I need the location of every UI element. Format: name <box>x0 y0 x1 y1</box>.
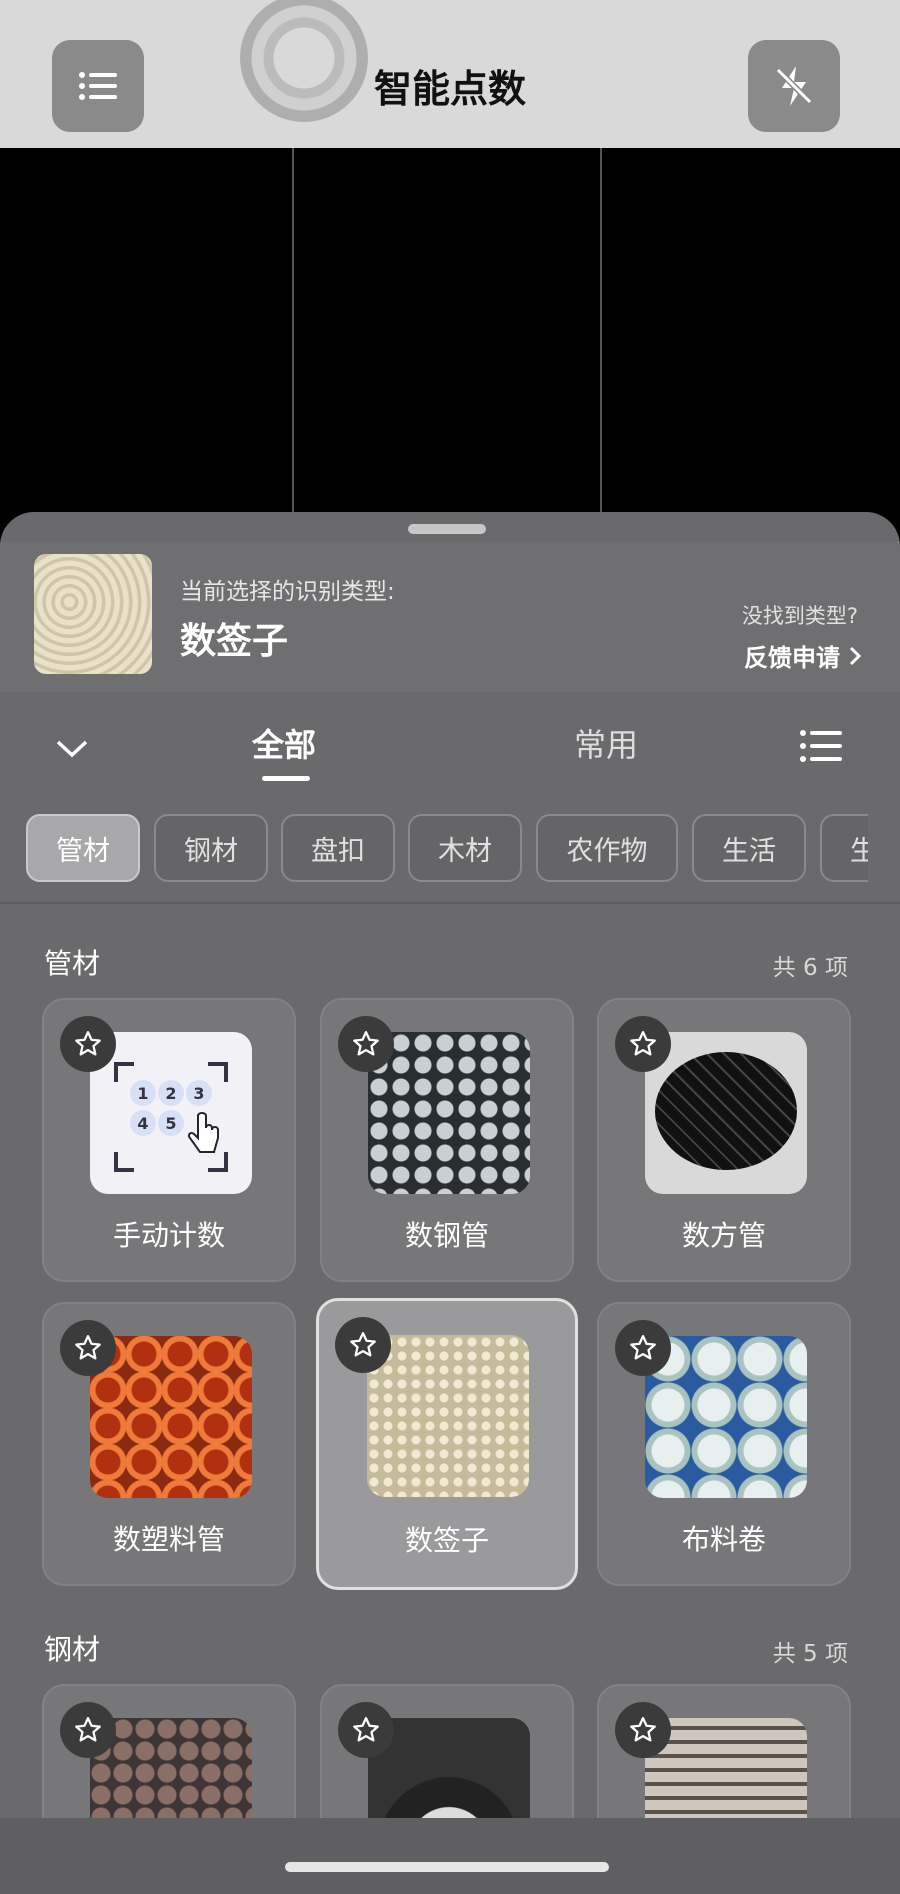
chip-daily[interactable]: 生活 <box>692 814 806 882</box>
collapse-button[interactable] <box>48 728 96 768</box>
chip-scaffold[interactable]: 盘扣 <box>281 814 395 882</box>
section-title-pipe: 管材 <box>44 947 101 980</box>
grid-line <box>600 148 602 528</box>
section-count-pipe: 共 6 项 <box>772 955 848 981</box>
type-card[interactable]: 数钢管 <box>320 998 574 1282</box>
current-type-value: 数签子 <box>180 621 289 662</box>
favorite-star-icon[interactable] <box>60 1702 116 1758</box>
chip-pipe[interactable]: 管材 <box>26 814 140 882</box>
fabric-roll-image <box>645 1336 807 1498</box>
favorite-star-icon[interactable] <box>335 1317 391 1373</box>
square-pipe-image <box>645 1032 807 1194</box>
plastic-pipe-image <box>90 1336 252 1498</box>
flash-off-icon <box>775 66 813 106</box>
category-tabs: 全部 常用 <box>0 692 900 797</box>
sticks-image <box>367 1335 529 1497</box>
chip-daily-2[interactable]: 生 <box>820 814 868 882</box>
steel-pipe-image <box>368 1032 530 1194</box>
type-card-label: 数签子 <box>404 1524 489 1557</box>
favorite-star-icon[interactable] <box>338 1016 394 1072</box>
not-found-text: 没找到类型? <box>741 604 858 628</box>
favorite-star-icon[interactable] <box>60 1320 116 1376</box>
type-card-selected[interactable]: 数签子 <box>316 1298 578 1590</box>
type-card[interactable]: 数塑料管 <box>42 1302 296 1586</box>
type-card[interactable]: 布料卷 <box>597 1302 851 1586</box>
type-card[interactable]: 数方管 <box>597 998 851 1282</box>
feedback-label: 反馈申请 <box>744 644 840 672</box>
category-chips: 管材 钢材 盘扣 木材 农作物 生活 生 <box>0 802 868 892</box>
current-selection-panel: 当前选择的识别类型: 数签子 没找到类型? 反馈申请 <box>0 542 900 692</box>
tab-all[interactable]: 全部 <box>252 720 316 766</box>
manual-count-image: 1 2 3 4 5 <box>90 1032 252 1194</box>
flash-button[interactable] <box>748 40 840 132</box>
scan-frame-icon <box>114 1062 228 1172</box>
type-selector-sheet: 当前选择的识别类型: 数签子 没找到类型? 反馈申请 全部 常用 管材 钢材 盘… <box>0 512 900 1894</box>
type-card-label: 数方管 <box>681 1219 766 1252</box>
chip-steel[interactable]: 钢材 <box>154 814 268 882</box>
type-card-label: 数塑料管 <box>112 1523 225 1556</box>
bottom-bar <box>0 1818 900 1894</box>
section-title-steel: 钢材 <box>44 1633 101 1666</box>
top-bar: 智能点数 <box>0 0 900 148</box>
home-indicator[interactable] <box>285 1862 609 1872</box>
favorite-star-icon[interactable] <box>615 1320 671 1376</box>
favorite-star-icon[interactable] <box>60 1016 116 1072</box>
favorite-star-icon[interactable] <box>615 1016 671 1072</box>
section-count-steel: 共 5 项 <box>772 1641 848 1667</box>
favorite-star-icon[interactable] <box>338 1702 394 1758</box>
current-type-caption: 当前选择的识别类型: <box>180 579 395 605</box>
favorite-star-icon[interactable] <box>615 1702 671 1758</box>
camera-viewfinder[interactable] <box>0 148 900 528</box>
sheet-drag-handle[interactable] <box>408 524 486 534</box>
active-tab-indicator <box>262 776 310 781</box>
current-type-thumbnail <box>34 554 152 674</box>
divider <box>0 902 900 904</box>
square-pipe-bundle <box>655 1052 797 1170</box>
chip-crops[interactable]: 农作物 <box>536 814 678 882</box>
type-card-label: 布料卷 <box>681 1523 766 1556</box>
grid-line <box>292 148 294 528</box>
type-card-label: 数钢管 <box>404 1219 489 1252</box>
type-card-label: 手动计数 <box>112 1219 225 1252</box>
list-icon <box>800 730 842 762</box>
chevron-down-icon <box>56 740 88 758</box>
feedback-link[interactable]: 反馈申请 <box>744 638 862 673</box>
chip-wood[interactable]: 木材 <box>408 814 522 882</box>
list-view-button[interactable] <box>800 730 844 770</box>
chevron-right-icon <box>849 646 862 665</box>
tab-frequent[interactable]: 常用 <box>574 720 638 766</box>
type-card[interactable]: 1 2 3 4 5 手动计数 <box>42 998 296 1282</box>
